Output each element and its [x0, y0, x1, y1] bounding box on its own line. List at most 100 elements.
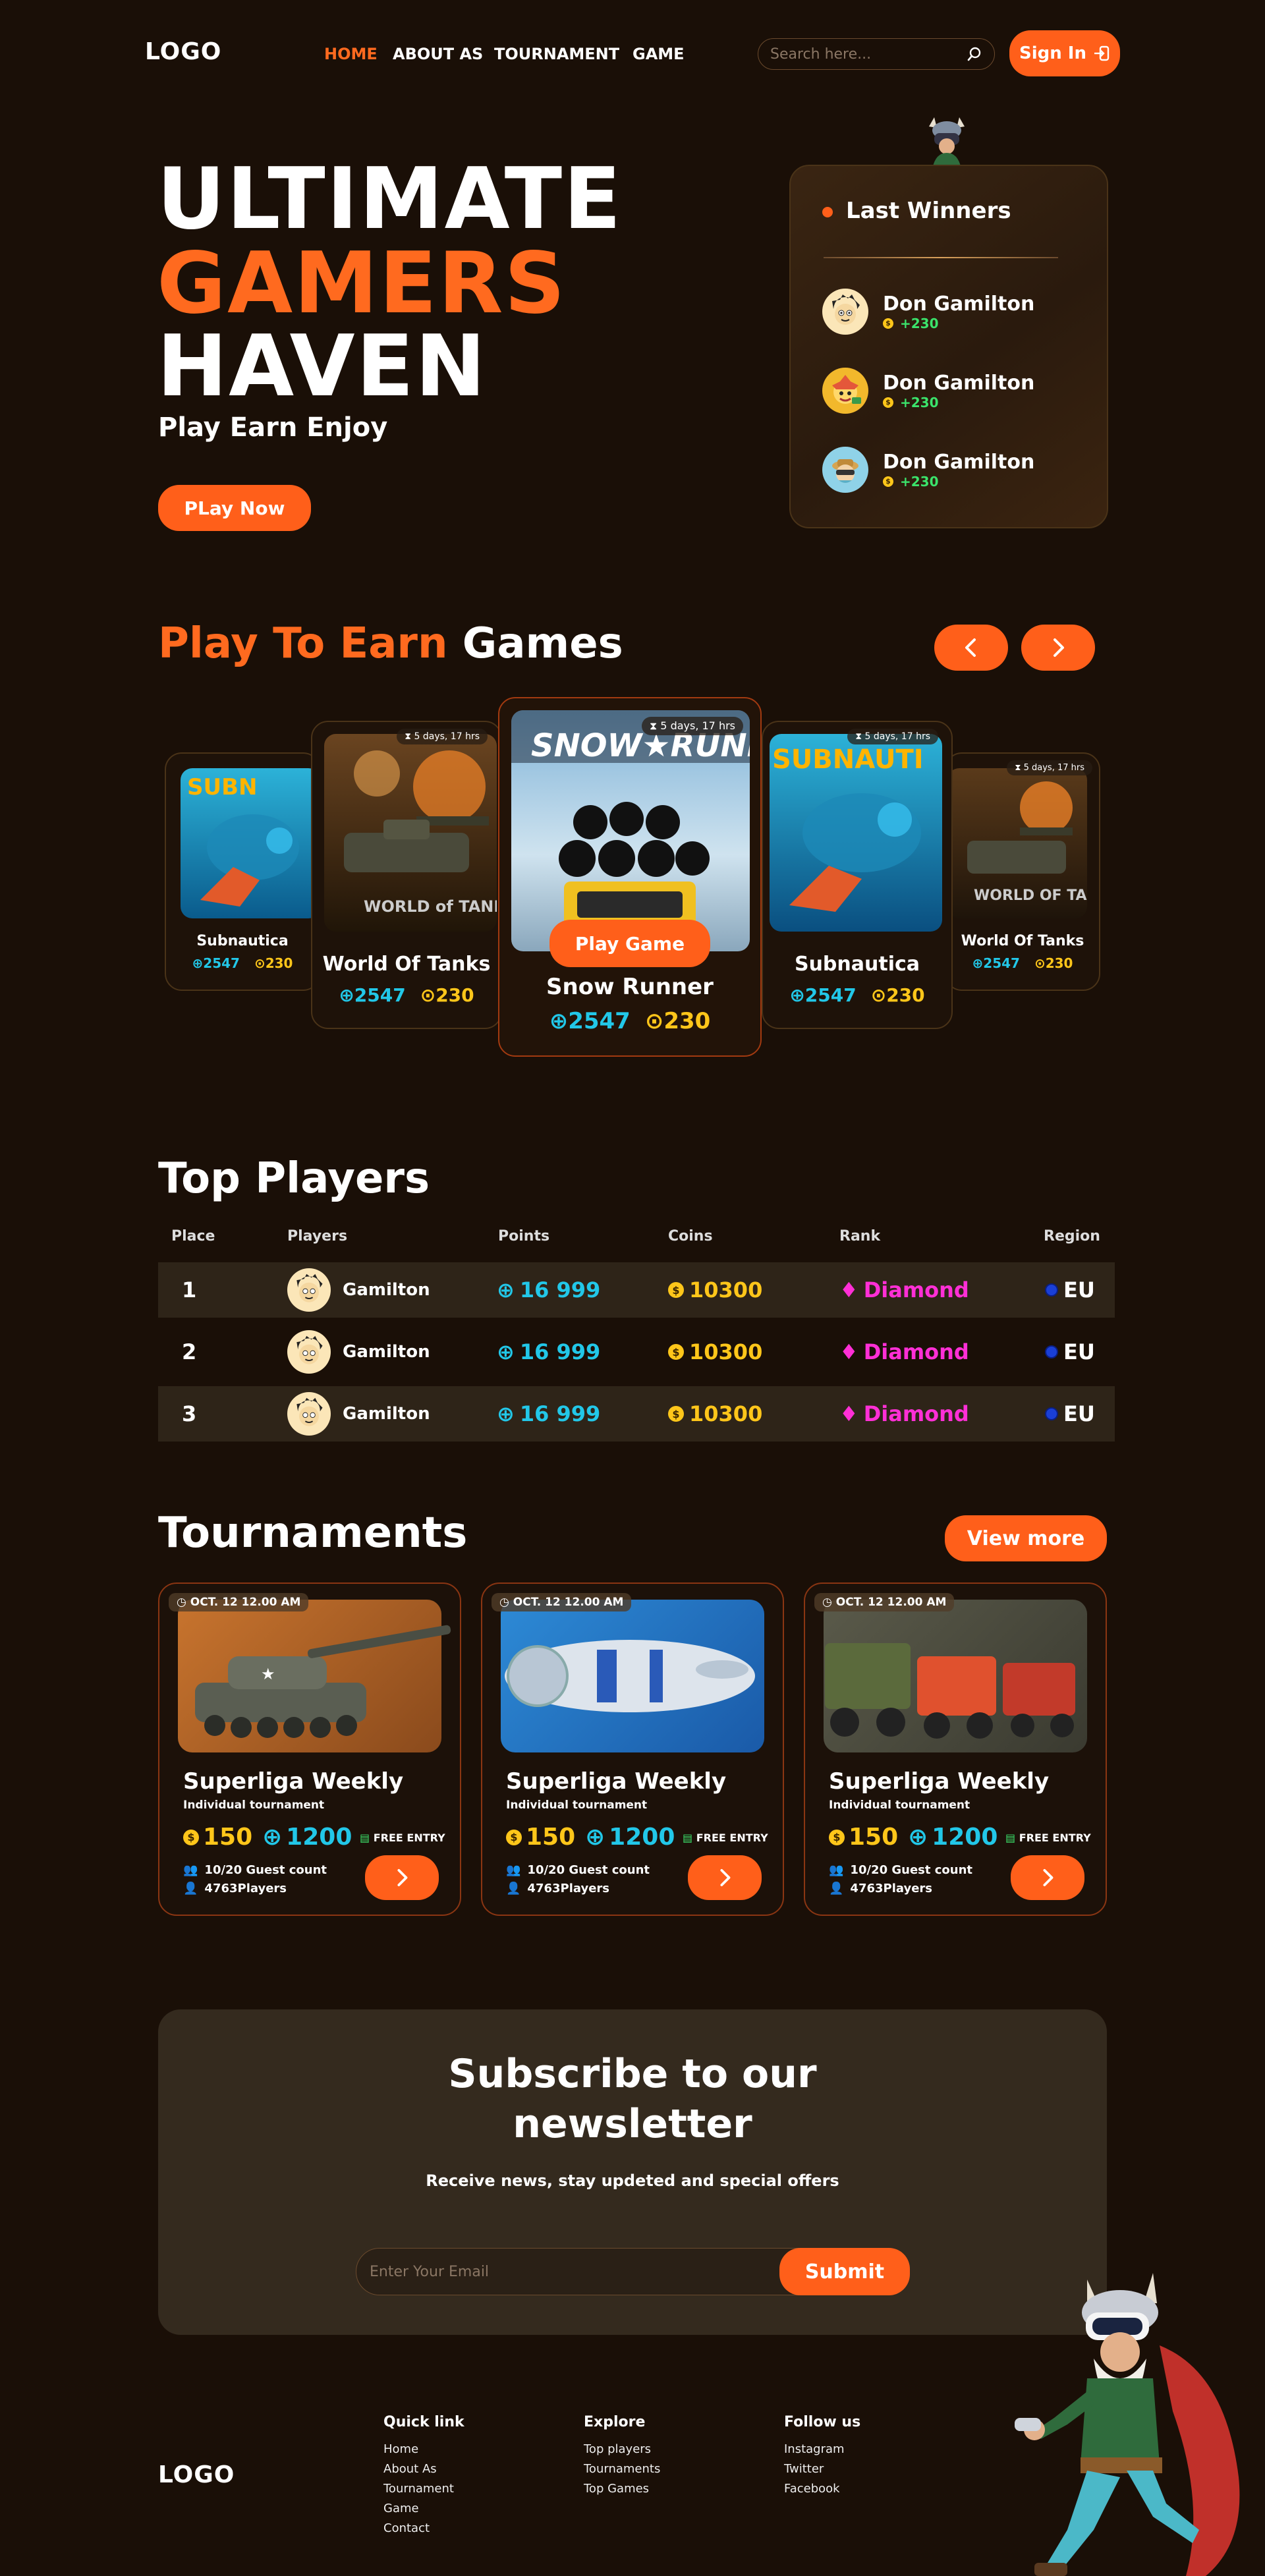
winner-item[interactable]: Don Gamilton $ +230: [822, 368, 1034, 414]
hero-title-line1: ULTIMATE: [157, 150, 623, 248]
col-header-region: Region: [1044, 1228, 1100, 1245]
coins-reward: $150: [829, 1824, 898, 1851]
guest-count: 👥 10/20 Guest count: [183, 1863, 327, 1877]
entry-label: ▤ FREE ENTRY: [360, 1832, 445, 1844]
join-tournament-button[interactable]: [1011, 1855, 1084, 1900]
game-card-snowrunner[interactable]: SNOW★RUNNER ⧗ 5 days, 17 hrs Play Game S…: [498, 697, 762, 1057]
footer-link-instagram[interactable]: Instagram: [784, 2440, 860, 2459]
search-icon[interactable]: [967, 46, 982, 62]
eu-flag-icon: [1045, 1407, 1058, 1420]
user-icon: 👤: [183, 1882, 198, 1895]
svg-text:WORLD of TANKS: WORLD of TANKS: [364, 897, 497, 916]
footer-link-facebook[interactable]: Facebook: [784, 2479, 860, 2499]
play-game-button[interactable]: Play Game: [549, 920, 710, 967]
game-card-tanks-right[interactable]: WORLD OF TANKS ⧗ 5 days, 17 hrs World Of…: [945, 752, 1100, 991]
diamond-icon: ♦: [839, 1401, 858, 1426]
footer-link-tournament[interactable]: Tournament: [383, 2479, 464, 2499]
guest-count: 👥 10/20 Guest count: [829, 1863, 973, 1877]
player-count: 👤 4763Players: [183, 1882, 287, 1895]
game-thumbnail: SUBN: [181, 768, 319, 918]
place-cell: 1: [182, 1277, 197, 1302]
winners-divider: [824, 257, 1058, 258]
rank-cell: ♦ Diamond: [839, 1339, 969, 1364]
winner-item[interactable]: Don Gamilton $ +230: [822, 447, 1034, 493]
coins-value: ⊙230: [420, 984, 474, 1006]
footer-column-explore: Explore Top players Tournaments Top Game…: [584, 2414, 660, 2499]
tournament-card[interactable]: ◷ OCT. 12 12.00 AM Superliga Weekly Indi…: [804, 1582, 1107, 1916]
footer-logo[interactable]: LOGO: [158, 2461, 235, 2488]
submit-button[interactable]: Submit: [779, 2248, 910, 2295]
points-cell: ⊕ 16 999: [497, 1277, 601, 1302]
game-card-subnautica-left[interactable]: SUBN Subnautica ⊕2547 ⊙230: [165, 752, 320, 991]
footer-column-title: Follow us: [784, 2414, 861, 2430]
chevron-left-icon: [965, 638, 976, 657]
chevron-right-icon: [397, 1868, 408, 1887]
coin-icon: $: [668, 1282, 684, 1298]
viking-mascot-small: [920, 113, 974, 173]
footer-link-home[interactable]: Home: [383, 2440, 464, 2459]
footer-link-top-players[interactable]: Top players: [584, 2440, 660, 2459]
join-tournament-button[interactable]: [688, 1855, 762, 1900]
tournament-card[interactable]: ★ ◷ OCT. 12 12.00 AM Superliga Weekly In…: [158, 1582, 461, 1916]
tournament-card[interactable]: ◷ OCT. 12 12.00 AM Superliga Weekly Indi…: [481, 1582, 784, 1916]
user-icon: 👤: [506, 1882, 521, 1895]
nav-tournament[interactable]: TOURNAMENT: [494, 45, 619, 63]
table-row[interactable]: 3 Gamilton ⊕ 16 999 $10300 ♦ Diamond EU: [158, 1386, 1115, 1442]
nav-game[interactable]: GAME: [632, 45, 685, 63]
email-input[interactable]: [370, 2249, 739, 2295]
play-now-button[interactable]: PLay Now: [158, 485, 311, 531]
footer-link-tournaments[interactable]: Tournaments: [584, 2459, 660, 2479]
coin-icon: $: [883, 318, 893, 329]
winner-item[interactable]: Don Gamilton $ +230: [822, 289, 1034, 335]
table-row[interactable]: 2 Gamilton ⊕ 16 999 $10300 ♦ Diamond EU: [158, 1324, 1115, 1380]
coins-reward: $150: [183, 1824, 252, 1851]
player-avatar: [287, 1268, 331, 1312]
game-card-subnautica[interactable]: SUBNAUTI ⧗ 5 days, 17 hrs Subnautica ⊕25…: [762, 721, 953, 1029]
search-input[interactable]: [770, 45, 967, 63]
points-reward: ⊕ 1200: [585, 1824, 675, 1851]
footer-link-about[interactable]: About As: [383, 2459, 464, 2479]
footer-column-follow: Follow us Instagram Twitter Facebook: [784, 2414, 860, 2499]
game-title: World Of Tanks: [322, 953, 491, 976]
tournament-date: ◷ OCT. 12 12.00 AM: [169, 1593, 309, 1611]
coins-reward: $150: [506, 1824, 575, 1851]
footer-column-title: Explore: [584, 2414, 646, 2430]
coins-value: ⊙230: [1034, 955, 1073, 971]
rank-cell: ♦ Diamond: [839, 1401, 969, 1426]
tank-image: ★: [175, 1610, 459, 1758]
winner-points: +230: [900, 394, 939, 410]
points-cell: ⊕ 16 999: [497, 1339, 601, 1364]
footer-link-game[interactable]: Game: [383, 2499, 464, 2519]
winner-avatar: [822, 289, 868, 335]
winner-points: +230: [900, 473, 939, 490]
carousel-next-button[interactable]: [1021, 625, 1095, 671]
sign-in-button[interactable]: Sign In: [1009, 30, 1120, 76]
footer-link-twitter[interactable]: Twitter: [784, 2459, 860, 2479]
svg-text:SUBN: SUBN: [187, 774, 257, 800]
coins-cell: $10300: [668, 1339, 762, 1364]
game-thumbnail: WORLD OF TANKS: [947, 768, 1087, 918]
nav-about[interactable]: ABOUT AS: [393, 45, 483, 63]
carousel-prev-button[interactable]: [934, 625, 1008, 671]
footer-link-contact[interactable]: Contact: [383, 2519, 464, 2538]
coins-value: ⊙230: [254, 955, 293, 971]
join-tournament-button[interactable]: [365, 1855, 439, 1900]
player-name: Gamilton: [343, 1280, 430, 1300]
nav-home[interactable]: HOME: [324, 45, 378, 63]
users-icon: 👥: [829, 1863, 844, 1877]
svg-text:SUBNAUTI: SUBNAUTI: [772, 744, 924, 775]
hero-title-line3: HAVEN: [157, 318, 488, 416]
newsletter-title: Subscribe to our newsletter: [448, 2051, 817, 2147]
game-thumbnail: SUBNAUTI: [770, 734, 942, 932]
game-card-tanks[interactable]: WORLD of TANKS ⧗ 5 days, 17 hrs World Of…: [311, 721, 502, 1029]
footer-link-top-games[interactable]: Top Games: [584, 2479, 660, 2499]
table-row[interactable]: 1 Gamilton ⊕ 16 999 $10300 ♦ Diamond EU: [158, 1262, 1115, 1318]
login-icon: [1093, 45, 1110, 62]
sign-in-label: Sign In: [1019, 43, 1086, 63]
chevron-right-icon: [1054, 638, 1064, 657]
game-timer: ⧗ 5 days, 17 hrs: [847, 729, 938, 744]
coin-icon: $: [883, 397, 893, 408]
view-more-button[interactable]: View more: [945, 1515, 1107, 1561]
site-logo[interactable]: LOGO: [145, 38, 221, 65]
eu-flag-icon: [1045, 1345, 1058, 1358]
